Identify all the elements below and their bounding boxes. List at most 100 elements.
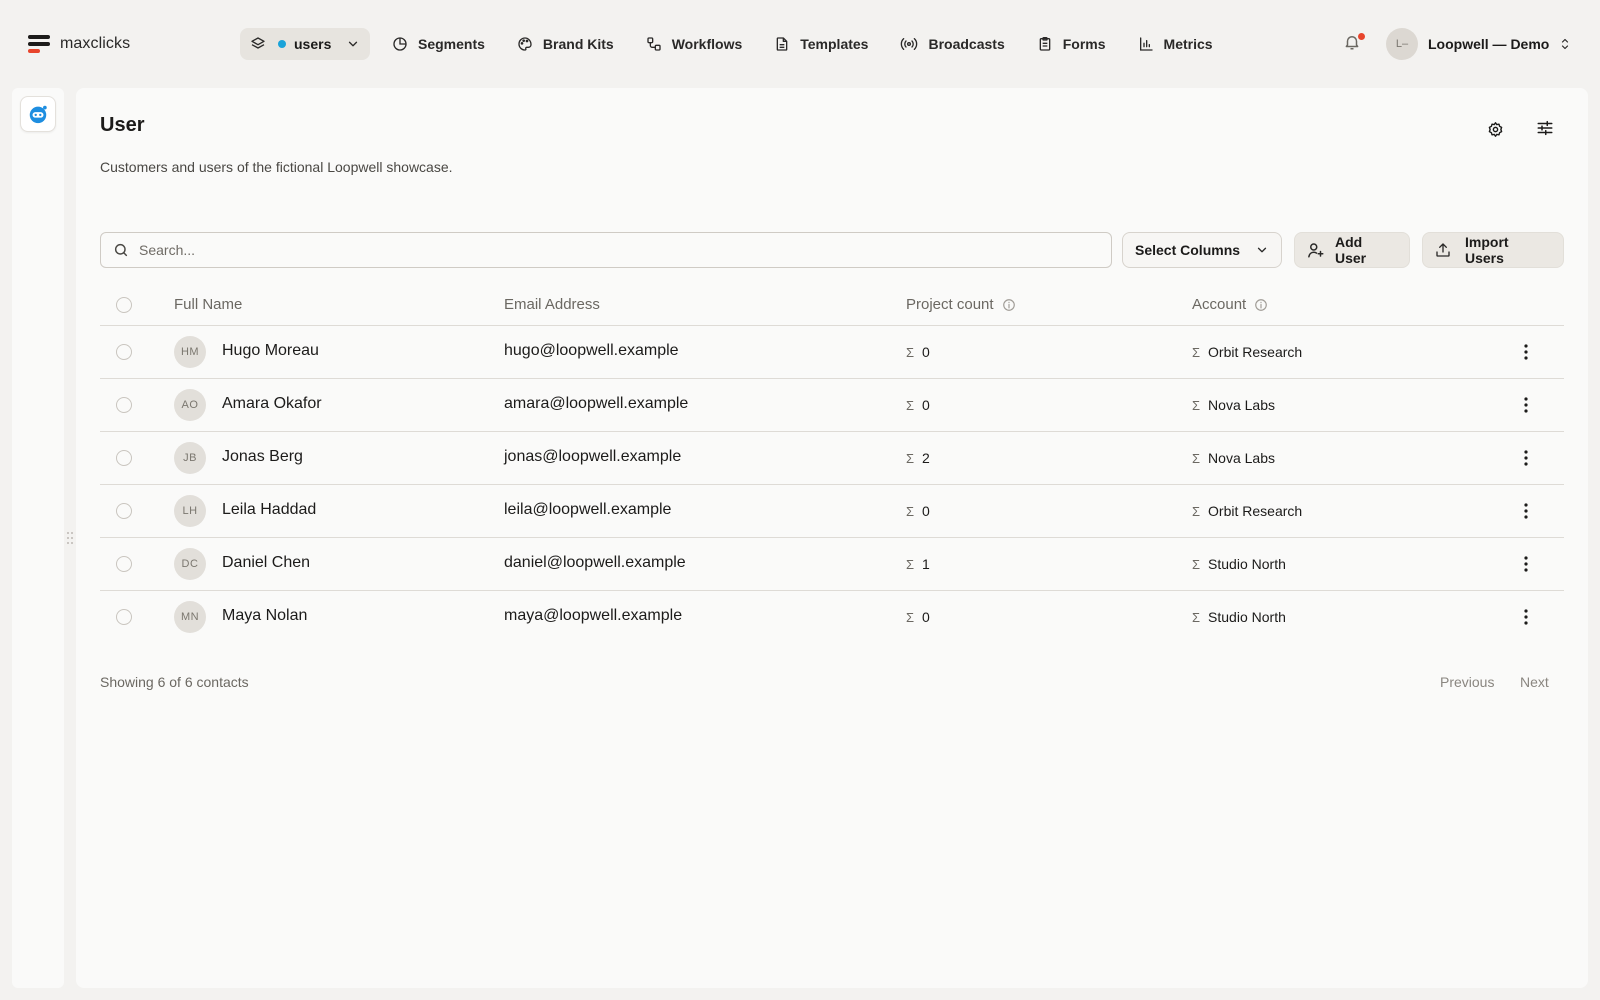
row-checkbox[interactable] <box>116 450 132 466</box>
sigma-icon: Σ <box>1192 556 1201 572</box>
table-row[interactable]: HM Hugo Moreau hugo@loopwell.example Σ0 … <box>100 326 1564 379</box>
row-actions-button[interactable] <box>1514 552 1538 576</box>
sigma-icon: Σ <box>1192 344 1201 360</box>
account-switcher[interactable]: L– Loopwell — Demo <box>1386 28 1571 60</box>
sigma-icon: Σ <box>1192 450 1201 466</box>
project-count-value: 0 <box>922 397 930 413</box>
row-actions-button[interactable] <box>1514 340 1538 364</box>
top-navigation-bar: maxclicks users Segments Brand Kits Work… <box>0 0 1600 88</box>
import-users-button[interactable]: Import Users <box>1422 232 1564 268</box>
table-row[interactable]: AO Amara Okafor amara@loopwell.example Σ… <box>100 379 1564 432</box>
sigma-icon: Σ <box>906 450 915 466</box>
row-actions-button[interactable] <box>1514 446 1538 470</box>
next-page-button[interactable]: Next <box>1520 674 1549 690</box>
row-actions-button[interactable] <box>1514 499 1538 523</box>
account-cell: Σ Nova Labs <box>1192 450 1275 466</box>
column-header-project-count[interactable]: Project count <box>906 296 1016 313</box>
left-rail <box>12 88 64 988</box>
avatar: L– <box>1386 28 1418 60</box>
account-value: Orbit Research <box>1208 344 1303 360</box>
table-row[interactable]: JB Jonas Berg jonas@loopwell.example Σ2 … <box>100 432 1564 485</box>
chevron-down-icon <box>1255 243 1269 257</box>
nav-item-broadcasts[interactable]: Broadcasts <box>900 32 1005 56</box>
column-header-label: Project count <box>906 296 994 313</box>
account-name: Loopwell — Demo <box>1428 36 1550 52</box>
layers-icon <box>250 36 266 52</box>
avatar: AO <box>174 389 206 421</box>
search-input[interactable] <box>139 233 1111 267</box>
nav-item-label: Templates <box>800 36 869 52</box>
column-header-label: Account <box>1192 296 1247 313</box>
workflow-icon <box>646 36 662 52</box>
assistant-button[interactable] <box>20 96 56 132</box>
table-row[interactable]: LH Leila Haddad leila@loopwell.example Σ… <box>100 485 1564 538</box>
broadcast-icon <box>900 36 918 52</box>
palette-icon <box>517 36 533 52</box>
avatar: DC <box>174 548 206 580</box>
more-vertical-icon <box>1524 556 1528 572</box>
nav-item-label: Brand Kits <box>542 36 614 52</box>
nav-item-templates[interactable]: Templates <box>774 32 868 56</box>
column-header-label: Email Address <box>504 296 600 313</box>
email-cell: amara@loopwell.example <box>504 395 689 412</box>
account-value: Nova Labs <box>1208 397 1275 413</box>
account-value: Nova Labs <box>1208 450 1275 466</box>
avatar: LH <box>174 495 206 527</box>
sigma-icon: Σ <box>906 609 915 625</box>
more-vertical-icon <box>1524 503 1528 519</box>
add-user-label: Add User <box>1335 234 1367 266</box>
account-cell: Σ Nova Labs <box>1192 397 1275 413</box>
more-vertical-icon <box>1524 397 1528 413</box>
more-vertical-icon <box>1524 609 1528 625</box>
column-header-full-name[interactable]: Full Name <box>174 296 242 313</box>
table-row[interactable]: DC Daniel Chen daniel@loopwell.example Σ… <box>100 538 1564 591</box>
nav-item-brand-kits[interactable]: Brand Kits <box>517 32 614 56</box>
project-count-value: 1 <box>922 556 930 572</box>
select-columns-dropdown[interactable]: Select Columns <box>1122 232 1282 268</box>
row-checkbox[interactable] <box>116 503 132 519</box>
add-user-button[interactable]: Add User <box>1294 232 1410 268</box>
notifications-button[interactable] <box>1343 33 1365 55</box>
nav-item-label: Segments <box>418 36 485 52</box>
column-header-account[interactable]: Account <box>1192 296 1268 313</box>
email-cell: daniel@loopwell.example <box>504 554 686 571</box>
nav-item-workflows[interactable]: Workflows <box>646 32 742 56</box>
row-checkbox[interactable] <box>116 397 132 413</box>
view-options-button[interactable] <box>1534 117 1556 139</box>
row-checkbox[interactable] <box>116 609 132 625</box>
more-vertical-icon <box>1524 450 1528 466</box>
row-checkbox[interactable] <box>116 344 132 360</box>
notification-badge <box>1358 33 1365 40</box>
brand-logo-link[interactable]: maxclicks <box>28 34 130 54</box>
panel-resize-handle[interactable] <box>66 530 74 546</box>
project-count-cell: Σ0 <box>906 397 930 413</box>
account-cell: Σ Studio North <box>1192 609 1286 625</box>
column-header-email[interactable]: Email Address <box>504 296 600 313</box>
account-cell: Σ Studio North <box>1192 556 1286 572</box>
gear-icon <box>1487 121 1504 138</box>
nav-item-label: Broadcasts <box>928 36 1005 52</box>
nav-item-forms[interactable]: Forms <box>1037 32 1106 56</box>
sigma-icon: Σ <box>906 503 915 519</box>
collection-switcher[interactable]: users <box>240 28 370 60</box>
account-value: Studio North <box>1208 556 1286 572</box>
row-actions-button[interactable] <box>1514 393 1538 417</box>
sigma-icon: Σ <box>906 556 915 572</box>
info-icon[interactable] <box>1002 298 1016 312</box>
nav-item-metrics[interactable]: Metrics <box>1138 32 1213 56</box>
row-checkbox[interactable] <box>116 556 132 572</box>
collection-status-dot <box>278 40 286 48</box>
table-row[interactable]: MN Maya Nolan maya@loopwell.example Σ0 Σ… <box>100 591 1564 644</box>
pie-chart-icon <box>392 36 408 52</box>
project-count-value: 0 <box>922 609 930 625</box>
project-count-value: 2 <box>922 450 930 466</box>
project-count-cell: Σ2 <box>906 450 930 466</box>
select-all-checkbox[interactable] <box>116 297 132 313</box>
full-name-cell: Maya Nolan <box>222 607 308 624</box>
email-cell: jonas@loopwell.example <box>504 448 682 465</box>
nav-item-segments[interactable]: Segments <box>392 32 485 56</box>
previous-page-button[interactable]: Previous <box>1440 674 1494 690</box>
info-icon[interactable] <box>1254 298 1268 312</box>
row-actions-button[interactable] <box>1514 605 1538 629</box>
settings-button[interactable] <box>1484 118 1506 140</box>
